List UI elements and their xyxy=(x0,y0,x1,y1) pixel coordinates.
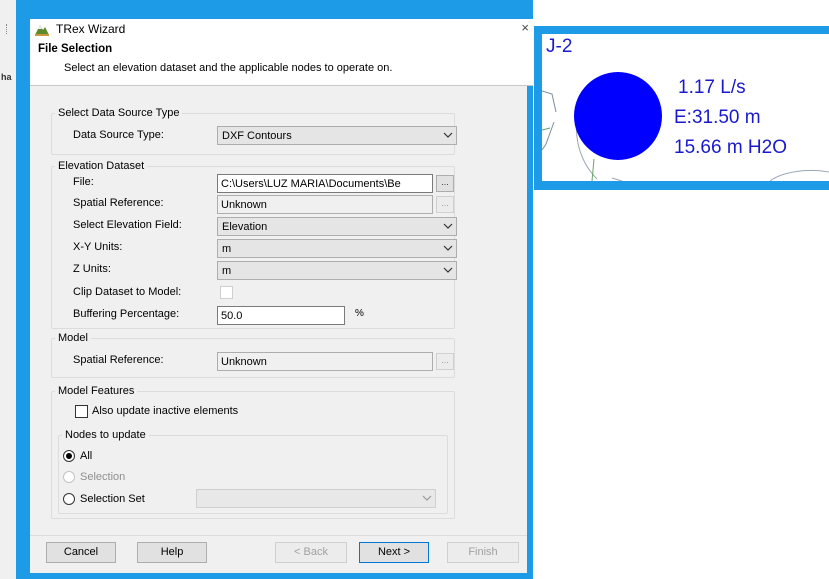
page-title: File Selection xyxy=(38,43,113,55)
chevron-down-icon xyxy=(443,132,453,138)
back-button: < Back xyxy=(275,542,347,563)
model-features-group: Model Features Also update inactive elem… xyxy=(51,385,455,519)
data-source-group: Select Data Source Type Data Source Type… xyxy=(51,107,457,155)
trex-app-icon xyxy=(35,25,49,36)
file-browse-button[interactable]: ... xyxy=(436,175,454,192)
nodes-to-update-group-title: Nodes to update xyxy=(62,429,149,441)
wizard-window-frame: ha TRex Wizard × File Selection Select a… xyxy=(0,0,533,579)
node-annotation-panel: J-2 1.17 L/s E:31.50 m 15.66 m H2O xyxy=(534,26,829,190)
buffering-percentage-value: 50.0 xyxy=(221,310,243,322)
xy-units-label: X-Y Units: xyxy=(73,241,123,253)
node-pressure-label: 15.66 m H2O xyxy=(674,137,787,158)
elevation-field-dropdown[interactable]: Elevation xyxy=(217,217,457,236)
z-units-dropdown[interactable]: m xyxy=(217,261,457,280)
help-button[interactable]: Help xyxy=(137,542,207,563)
elevation-field-label: Select Elevation Field: xyxy=(73,219,182,231)
file-path-input[interactable]: C:\Users\LUZ MARIA\Documents\Be xyxy=(217,174,433,193)
background-app-strip: ha xyxy=(0,0,16,579)
model-spatial-reference-value: Unknown xyxy=(221,356,267,368)
spatial-reference-value: Unknown xyxy=(221,199,267,211)
node-id-label: J-2 xyxy=(546,36,573,57)
elevation-group-title: Elevation Dataset xyxy=(55,160,148,172)
xy-units-dropdown[interactable]: m xyxy=(217,239,457,258)
clip-dataset-checkbox[interactable] xyxy=(220,286,233,299)
file-label: File: xyxy=(73,176,94,188)
background-app-fragment: ha xyxy=(1,72,12,82)
spatial-reference-field: Unknown xyxy=(217,195,433,214)
xy-units-value: m xyxy=(222,243,232,255)
selection-set-dropdown xyxy=(196,489,436,508)
model-group: Model Spatial Reference: Unknown ... xyxy=(51,332,455,378)
elevation-dataset-group: Elevation Dataset File: C:\Users\LUZ MAR… xyxy=(51,160,457,329)
model-group-title: Model xyxy=(55,332,91,344)
nodes-to-update-group: Nodes to update All Selection Selection … xyxy=(58,429,448,514)
file-path-value: C:\Users\LUZ MARIA\Documents\Be xyxy=(221,178,401,190)
radio-selection xyxy=(63,471,75,483)
junction-node-marker[interactable] xyxy=(574,72,662,160)
model-features-group-title: Model Features xyxy=(55,385,138,397)
buffering-unit-label: % xyxy=(355,308,364,319)
buffering-percentage-input[interactable]: 50.0 xyxy=(217,306,345,325)
radio-all-label[interactable]: All xyxy=(80,450,92,462)
chevron-down-icon xyxy=(443,223,453,229)
wizard-content: Select Data Source Type Data Source Type… xyxy=(30,86,527,573)
next-button[interactable]: Next > xyxy=(359,542,429,563)
model-spatial-reference-field: Unknown xyxy=(217,352,433,371)
title-bar[interactable]: TRex Wizard × xyxy=(30,19,533,39)
data-source-type-value: DXF Contours xyxy=(222,130,292,142)
node-annotation-view: J-2 1.17 L/s E:31.50 m 15.66 m H2O xyxy=(542,34,829,181)
data-source-type-dropdown[interactable]: DXF Contours xyxy=(217,126,457,145)
finish-button: Finish xyxy=(447,542,519,563)
clip-dataset-label: Clip Dataset to Model: xyxy=(73,286,182,298)
footer-separator xyxy=(30,535,527,536)
node-elevation-label: E:31.50 m xyxy=(674,107,761,128)
data-source-type-label: Data Source Type: xyxy=(73,129,164,141)
elevation-field-value: Elevation xyxy=(222,221,268,233)
z-units-value: m xyxy=(222,265,232,277)
close-icon[interactable]: × xyxy=(521,20,529,35)
node-demand-label: 1.17 L/s xyxy=(678,77,746,98)
toolbar-grip xyxy=(6,24,9,34)
update-inactive-checkbox[interactable] xyxy=(75,405,88,418)
radio-selection-set[interactable] xyxy=(63,493,75,505)
wizard-header: File Selection Select an elevation datas… xyxy=(30,39,533,86)
chevron-down-icon xyxy=(443,245,453,251)
buffering-percentage-label: Buffering Percentage: xyxy=(73,308,180,320)
radio-selection-label: Selection xyxy=(80,471,126,483)
spatial-reference-browse-button: ... xyxy=(436,196,454,213)
spatial-reference-label: Spatial Reference: xyxy=(73,197,164,209)
radio-selection-set-label[interactable]: Selection Set xyxy=(80,493,145,505)
z-units-label: Z Units: xyxy=(73,263,111,275)
model-spatial-reference-label: Spatial Reference: xyxy=(73,354,164,366)
cancel-button[interactable]: Cancel xyxy=(46,542,116,563)
chevron-down-icon xyxy=(422,495,432,501)
chevron-down-icon xyxy=(443,267,453,273)
data-source-group-title: Select Data Source Type xyxy=(55,107,183,119)
page-subtitle: Select an elevation dataset and the appl… xyxy=(64,62,393,74)
model-spatial-reference-browse-button: ... xyxy=(436,353,454,370)
window-title: TRex Wizard xyxy=(56,22,126,36)
update-inactive-label[interactable]: Also update inactive elements xyxy=(92,405,238,417)
radio-all[interactable] xyxy=(63,450,75,462)
